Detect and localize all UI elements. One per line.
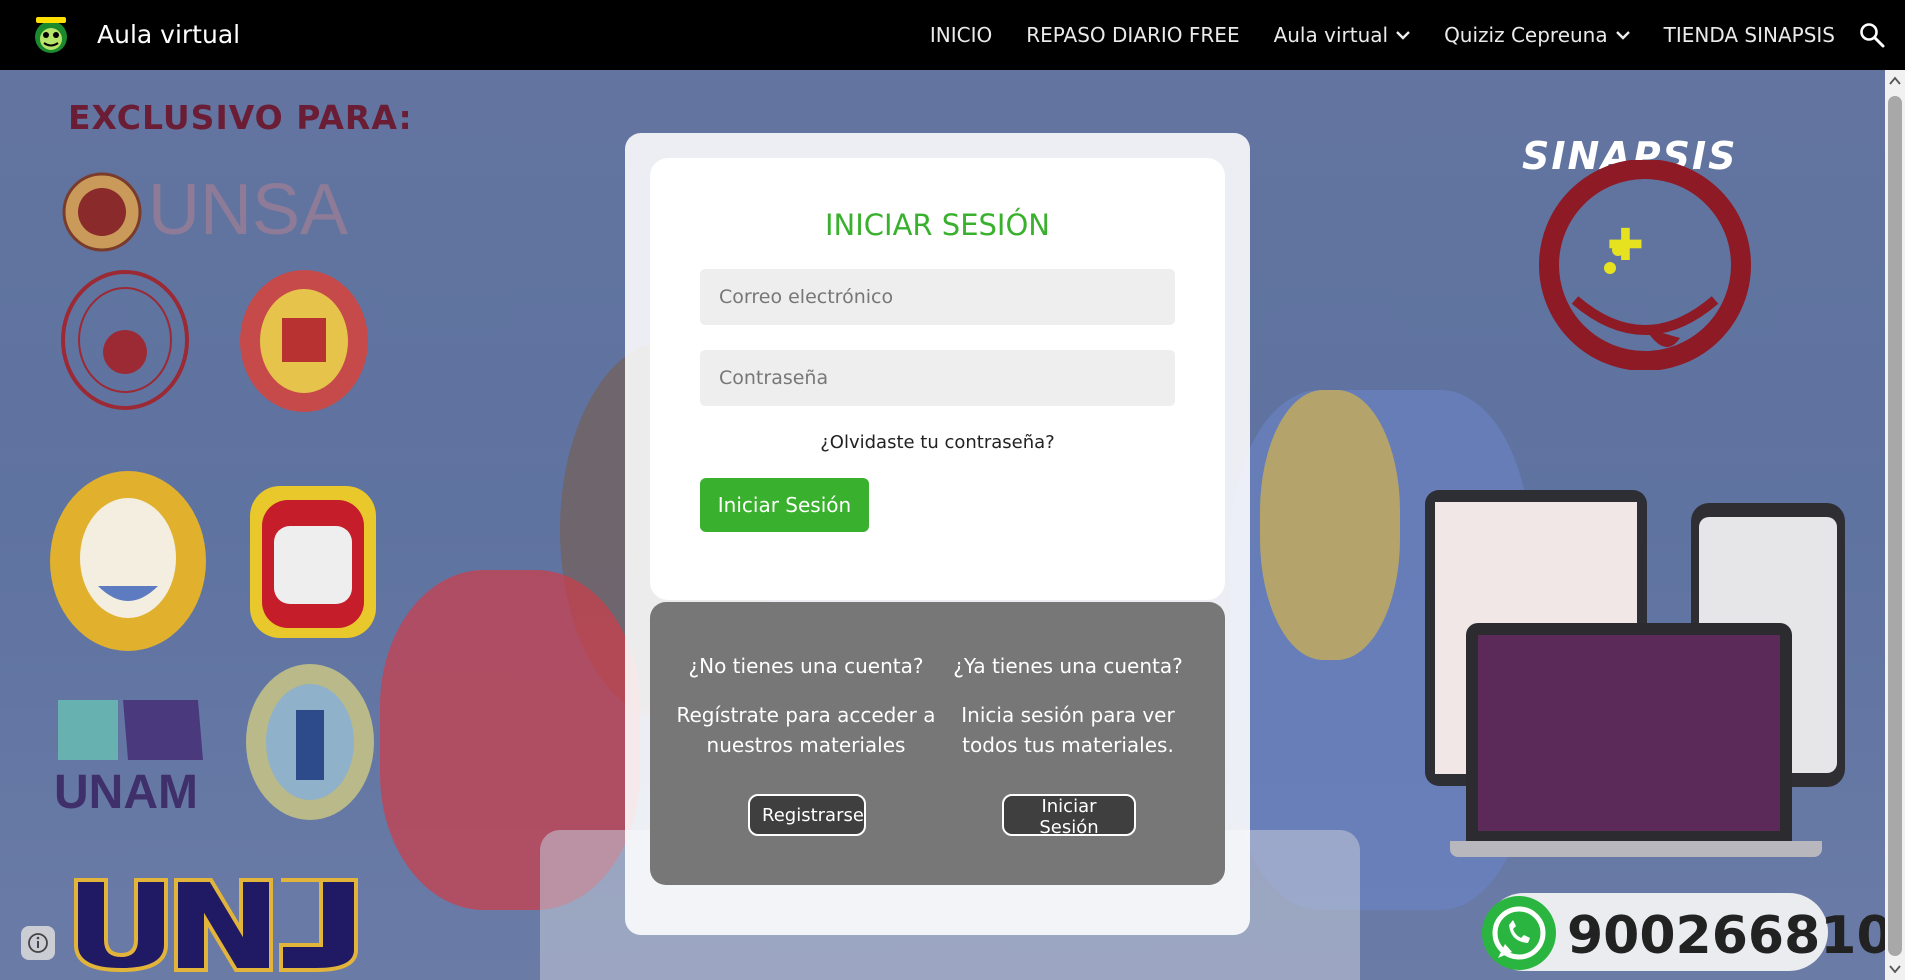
unsa-logo: UNSA [62, 170, 348, 252]
phone-number: 900266810 [1567, 906, 1885, 966]
laptop-device [1466, 623, 1792, 841]
email-field[interactable] [700, 269, 1175, 325]
register-description: Regístrate para acceder a nuestros mater… [676, 703, 936, 757]
nav-item-quiziz-cepreuna[interactable]: Quiziz Cepreuna [1444, 23, 1630, 47]
nav-label: REPASO DIARIO FREE [1026, 23, 1240, 47]
scroll-up-arrow-icon[interactable] [1889, 76, 1901, 86]
unj-logo [74, 878, 358, 973]
nav-item-inicio[interactable]: INICIO [930, 23, 992, 47]
nav-label: TIENDA SINAPSIS [1663, 23, 1835, 47]
nav-item-repaso-diario[interactable]: REPASO DIARIO FREE [1026, 23, 1239, 47]
login-submit-button[interactable]: Iniciar Sesión [700, 478, 869, 532]
nav-label: Aula virtual [1273, 23, 1389, 47]
signin-secondary-button[interactable]: Iniciar Sesión [1002, 794, 1136, 838]
register-column: ¿No tienes una cuenta? Regístrate para a… [676, 654, 936, 760]
whatsapp-icon[interactable] [1478, 892, 1560, 974]
signin-description: Inicia sesión para ver todos tus materia… [961, 703, 1175, 757]
sinapsis-logo[interactable] [30, 15, 72, 55]
unsaac-logo [240, 270, 368, 412]
backpack-yellow-shape [1260, 390, 1400, 660]
svg-text:UNSA: UNSA [148, 170, 348, 250]
register-button[interactable]: Registrarse [748, 794, 866, 836]
chevron-down-icon [1615, 31, 1630, 40]
exclusive-label: EXCLUSIVO PARA: [68, 98, 413, 137]
search-icon[interactable] [1859, 22, 1885, 48]
uni-logo [61, 270, 189, 410]
top-navbar: Aula virtual INICIO REPASO DIARIO FREE A… [0, 0, 1905, 70]
password-field[interactable] [700, 350, 1175, 406]
svg-text:UNAM: UNAM [54, 766, 198, 812]
page-scrollbar[interactable] [1885, 70, 1905, 980]
monkey-mascot-icon: ✚ [1539, 160, 1751, 370]
signin-column: ¿Ya tienes una cuenta? Inicia sesión par… [938, 654, 1198, 760]
scroll-down-arrow-icon[interactable] [1889, 964, 1901, 974]
unam-logo: UNAM [54, 700, 203, 812]
main-nav: INICIO REPASO DIARIO FREE Aula virtual Q… [930, 0, 1835, 70]
chevron-down-icon [1396, 31, 1410, 40]
unjbg-logo [246, 664, 374, 820]
login-title: INICIAR SESIÓN [824, 208, 1051, 242]
unmsm-logo [50, 471, 206, 651]
nav-label: INICIO [929, 23, 993, 47]
info-button[interactable] [21, 926, 55, 960]
no-account-question: ¿No tienes una cuenta? [688, 654, 924, 678]
una-puno-logo [250, 486, 376, 638]
info-icon [28, 933, 48, 953]
nav-item-tienda-sinapsis[interactable]: TIENDA SINAPSIS [1664, 23, 1835, 47]
site-title[interactable]: Aula virtual [97, 20, 240, 49]
forgot-password-link[interactable]: ¿Olvidaste tu contraseña? [650, 432, 1225, 453]
laptop-base [1450, 841, 1822, 857]
nav-label: Quiziz Cepreuna [1444, 23, 1608, 47]
scrollbar-thumb[interactable] [1888, 96, 1902, 956]
has-account-question: ¿Ya tienes una cuenta? [953, 654, 1183, 678]
nav-item-aula-virtual[interactable]: Aula virtual [1274, 23, 1410, 47]
